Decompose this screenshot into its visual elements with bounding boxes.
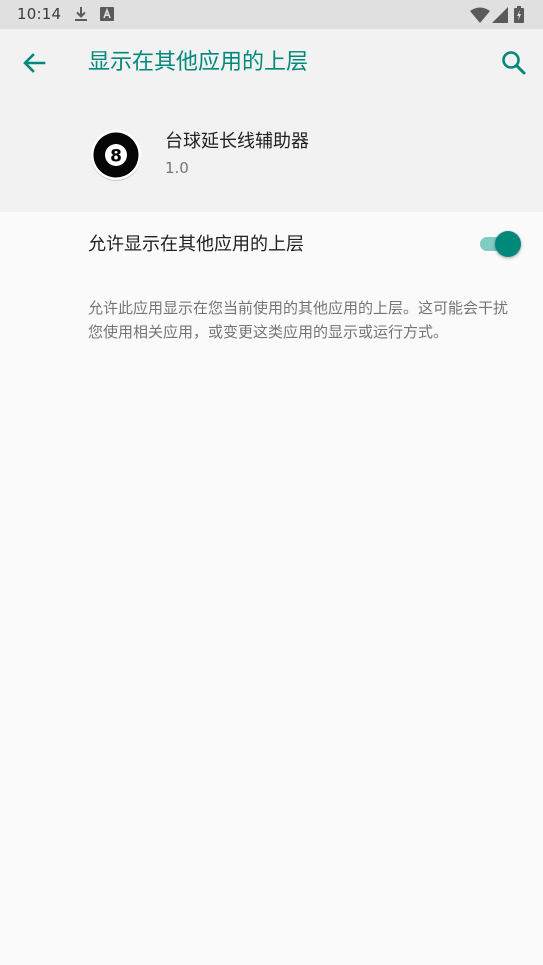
app-version: 1.0 xyxy=(165,159,189,177)
overlay-permission-label: 允许显示在其他应用的上层 xyxy=(88,234,304,255)
cell-signal-icon xyxy=(492,7,508,23)
search-icon[interactable] xyxy=(498,47,530,79)
app-name: 台球延长线辅助器 xyxy=(165,131,309,152)
wifi-icon xyxy=(470,7,490,23)
status-bar: 10:14 xyxy=(0,0,543,29)
billiard-eight-ball-icon: 8 xyxy=(91,130,141,181)
notification-a-icon xyxy=(100,7,114,21)
overlay-permission-toggle[interactable] xyxy=(478,230,522,258)
battery-icon xyxy=(514,6,524,23)
back-arrow-icon[interactable] xyxy=(18,47,50,79)
app-bar: 显示在其他应用的上层 8 台球延长线辅助器 1.0 xyxy=(0,29,543,212)
download-icon xyxy=(75,7,87,21)
toggle-thumb xyxy=(495,231,521,257)
permission-description: 允许此应用显示在您当前使用的其他应用的上层。这可能会干扰您使用相关应用，或变更这… xyxy=(88,299,509,341)
overlay-permission-row[interactable]: 允许显示在其他应用的上层 xyxy=(0,212,543,276)
eight-ball-number: 8 xyxy=(110,147,122,167)
page-title: 显示在其他应用的上层 xyxy=(88,50,309,75)
status-time: 10:14 xyxy=(17,5,62,23)
